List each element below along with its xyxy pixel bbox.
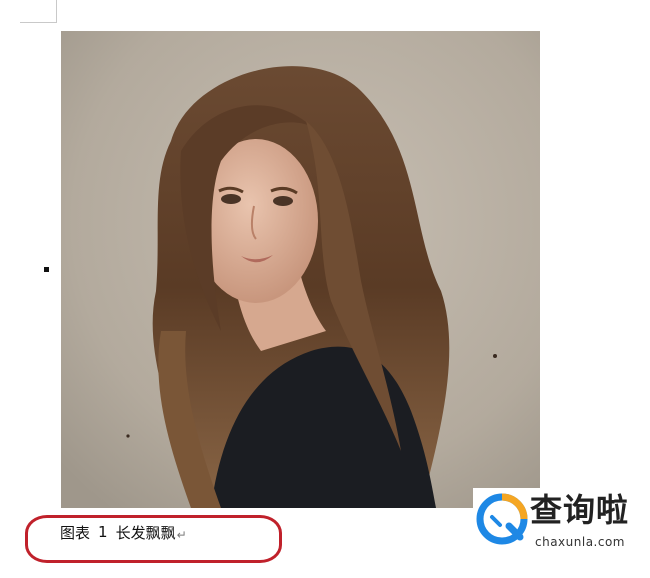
list-bullet — [44, 267, 49, 272]
portrait-photo[interactable] — [61, 31, 540, 508]
magnifier-q-logo-icon — [476, 493, 528, 545]
watermark: 查询啦 chaxunla.com — [473, 488, 645, 562]
page-margin-marker — [20, 0, 57, 23]
portrait-illustration — [61, 31, 540, 508]
document-page: 图表 1 长发飘飘 ↵ 查询啦 chaxunla.com — [0, 0, 650, 578]
caption-highlight-ring — [25, 515, 282, 563]
watermark-title: 查询啦 — [530, 491, 630, 529]
watermark-domain: chaxunla.com — [535, 535, 625, 549]
